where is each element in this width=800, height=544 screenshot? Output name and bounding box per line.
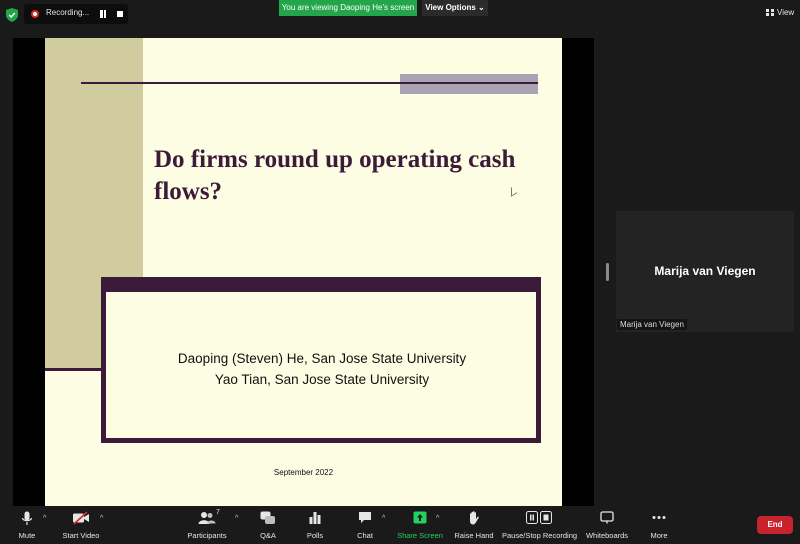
raise-hand-icon [470,511,479,525]
share-screen-icon [413,511,427,524]
qa-label: Q&A [260,531,276,540]
chat-icon [359,512,371,523]
participant-video-tile[interactable]: Marija van Viegen Marija van Viegen [616,211,794,332]
polls-button[interactable]: Polls [302,506,328,544]
chat-options-caret-icon[interactable]: ^ [382,515,385,522]
mute-button[interactable]: Mute [12,506,42,544]
microphone-icon [21,511,33,525]
authors-box-inner: Daoping (Steven) He, San Jose State Univ… [106,292,536,438]
raise-hand-label: Raise Hand [454,531,494,540]
raise-hand-button[interactable]: Raise Hand [454,506,494,544]
participants-count: 7 [216,509,220,516]
qa-button[interactable]: Q&A [254,506,282,544]
shared-screen: Do firms round up operating cash flows? … [13,38,594,506]
author-line-2: Yao Tian, San Jose State University [214,372,430,387]
polls-label: Polls [306,531,324,540]
author-line-1: Daoping (Steven) He, San Jose State Univ… [177,351,467,366]
participants-icon [198,512,216,524]
grid-view-icon [766,9,774,16]
whiteboards-label: Whiteboards [585,531,629,540]
authors-box: Daoping (Steven) He, San Jose State Univ… [101,277,541,443]
share-screen-button[interactable]: Share Screen [396,506,444,544]
start-video-label: Start Video [62,531,100,540]
slide-decor-line [45,368,103,371]
participants-options-caret-icon[interactable]: ^ [235,515,238,522]
mute-options-caret-icon[interactable]: ^ [43,515,46,522]
presentation-slide: Do firms round up operating cash flows? … [45,38,562,506]
share-options-caret-icon[interactable]: ^ [436,515,439,522]
slide-date: September 2022 [273,468,334,477]
qa-icon [260,511,275,524]
view-options-button[interactable]: View Options ⌄ [422,0,488,16]
video-off-icon [73,511,89,525]
view-button[interactable]: View [766,8,794,17]
mute-label: Mute [18,531,36,540]
pause-stop-icon [526,511,552,524]
slide-gray-bar [400,74,538,94]
recording-dot-icon [31,10,39,18]
meeting-top-bar: Recording... You are viewing Daoping He'… [0,0,800,32]
more-button[interactable]: More [646,506,672,544]
more-dots-icon [652,516,666,519]
meeting-toolbar: Mute ^ Start Video ^ 7 Participants ^ Q&… [0,506,800,544]
whiteboards-button[interactable]: Whiteboards [584,506,630,544]
view-label: View [777,8,795,17]
view-options-label: View Options [425,3,476,12]
whiteboard-icon [600,511,614,524]
chat-label: Chat [357,531,373,540]
shield-icon[interactable] [6,8,18,22]
recording-indicator: Recording... [24,4,128,24]
participants-button[interactable]: 7 Participants [186,506,228,544]
panel-resize-handle[interactable] [606,263,609,281]
share-screen-label: Share Screen [397,531,443,540]
participants-label: Participants [187,531,227,540]
chevron-down-icon: ⌄ [478,3,485,12]
participant-name: Marija van Viegen [654,264,756,278]
end-meeting-button[interactable]: End [757,516,793,534]
viewing-screen-banner: You are viewing Daoping He's screen [279,0,417,16]
stop-recording-icon[interactable] [117,11,123,17]
slide-title: Do firms round up operating cash flows? [154,146,516,205]
video-options-caret-icon[interactable]: ^ [100,515,103,522]
chat-button[interactable]: Chat [352,506,378,544]
pause-stop-recording-label: Pause/Stop Recording [502,531,578,540]
polls-icon [309,512,321,524]
recording-label: Recording... [46,8,90,17]
pause-recording-icon[interactable] [98,9,108,19]
more-label: More [650,531,668,540]
start-video-button[interactable]: Start Video [60,506,102,544]
pause-stop-recording-button[interactable]: Pause/Stop Recording [502,506,578,544]
participant-name-label: Marija van Viegen [617,319,687,330]
